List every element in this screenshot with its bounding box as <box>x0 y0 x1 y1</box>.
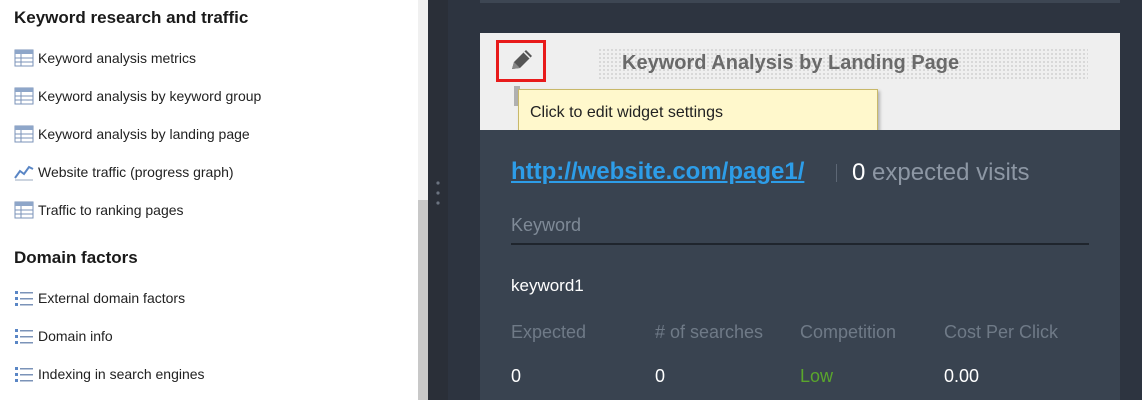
widget-title-bar[interactable]: Keyword Analysis by Landing Page <box>598 48 1088 80</box>
sidebar-item-label: External domain factors <box>38 290 186 306</box>
landing-page-link[interactable]: http://website.com/page1/ <box>511 158 804 186</box>
sidebar-item-label: Indexing in search engines <box>38 366 205 382</box>
sidebar-item-keyword-analysis-by-landing-page[interactable]: Keyword analysis by landing page <box>14 123 250 145</box>
previous-widget-edge <box>480 0 1120 3</box>
sidebar-item-indexing-in-search-engines[interactable]: Indexing in search engines <box>14 363 205 385</box>
expected-visits: 0 expected visits <box>852 159 1029 187</box>
metric-value-cpc: 0.00 <box>944 366 980 386</box>
keyword-column-header: Keyword <box>511 215 582 235</box>
sidebar-item-traffic-to-ranking-pages[interactable]: Traffic to ranking pages <box>14 199 184 221</box>
sidebar-item-label: Traffic to ranking pages <box>38 202 184 218</box>
report-items-panel: Keyword research and traffic Keyword ana… <box>0 0 416 400</box>
metric-header-cpc: Cost Per Click <box>944 322 1059 342</box>
metric-value-competition: Low <box>800 366 834 386</box>
list-icon <box>15 291 33 306</box>
metric-header-searches: # of searches <box>655 322 764 342</box>
edit-settings-tooltip: Click to edit widget settings <box>518 89 878 136</box>
sidebar-item-keyword-analysis-by-keyword-group[interactable]: Keyword analysis by keyword group <box>14 85 261 107</box>
sidebar-item-label: Keyword analysis by landing page <box>38 126 250 142</box>
sidebar-item-website-traffic[interactable]: Website traffic (progress graph) <box>14 161 234 183</box>
sidebar-item-keyword-analysis-metrics[interactable]: Keyword analysis metrics <box>14 47 196 69</box>
metric-value-expected: 0 <box>511 366 522 386</box>
pencil-icon <box>512 50 532 69</box>
metric-value-searches: 0 <box>655 366 666 386</box>
sidebar-item-label: Website traffic (progress graph) <box>38 164 234 180</box>
metric-header-expected: Expected <box>511 322 587 342</box>
divider <box>836 164 837 182</box>
metric-header-competition: Competition <box>800 322 897 342</box>
sidebar-item-label: Keyword analysis metrics <box>38 50 196 66</box>
table-icon <box>14 201 34 219</box>
list-icon <box>15 329 33 344</box>
splitter-grip-icon <box>436 181 440 205</box>
keyword-name: keyword1 <box>511 276 584 295</box>
list-icon <box>15 367 33 382</box>
section-title-keyword-research: Keyword research and traffic <box>14 8 249 27</box>
sidebar-scrollbar-thumb[interactable] <box>418 200 428 400</box>
edit-widget-button[interactable] <box>496 40 546 82</box>
line-chart-icon <box>14 165 34 181</box>
expected-visits-count: 0 <box>852 159 866 186</box>
section-title-domain-factors: Domain factors <box>14 248 138 267</box>
sidebar-item-external-domain-factors[interactable]: External domain factors <box>14 287 185 309</box>
expected-visits-label: expected visits <box>872 159 1030 186</box>
widget-title: Keyword Analysis by Landing Page <box>622 52 960 74</box>
table-icon <box>14 125 34 143</box>
table-icon <box>14 87 34 105</box>
header-divider <box>511 243 1089 245</box>
sidebar-item-label: Keyword analysis by keyword group <box>38 88 262 104</box>
table-icon <box>14 49 34 67</box>
sidebar-item-label: Domain info <box>38 328 113 344</box>
sidebar-item-domain-info[interactable]: Domain info <box>14 325 113 347</box>
